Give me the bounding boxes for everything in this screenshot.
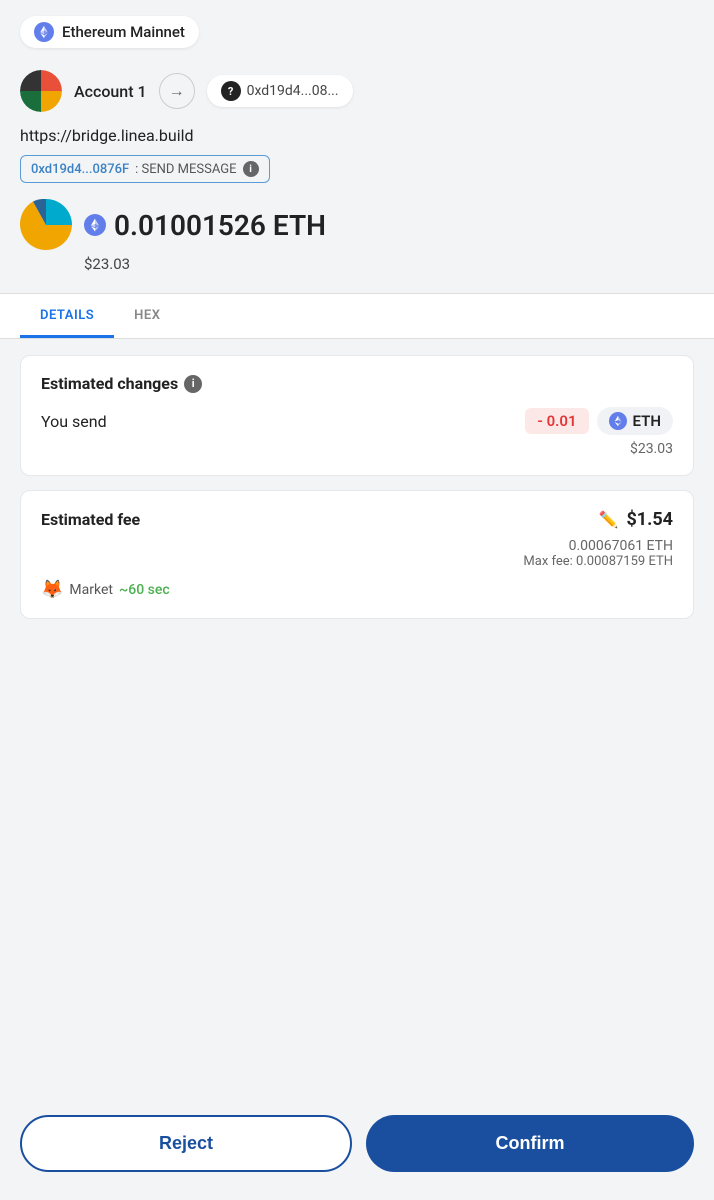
- fee-right: ✏️ $1.54: [599, 509, 673, 530]
- amount-row: 0.01001526 ETH: [20, 199, 694, 251]
- eth-token-pill: ETH: [597, 407, 673, 435]
- fee-max: Max fee: 0.00087159 ETH: [41, 554, 673, 569]
- send-amount-group: - 0.01 ETH: [525, 407, 673, 435]
- token-chart-icon: [20, 199, 72, 251]
- contract-pill[interactable]: 0xd19d4...0876F : SEND MESSAGE i: [20, 155, 270, 183]
- you-send-label: You send: [41, 412, 107, 431]
- estimated-changes-card: Estimated changes i You send - 0.01: [20, 355, 694, 476]
- estimated-fee-card: Estimated fee ✏️ $1.54 0.00067061 ETH Ma…: [20, 490, 694, 619]
- edit-fee-icon[interactable]: ✏️: [599, 510, 619, 529]
- reject-button[interactable]: Reject: [20, 1115, 352, 1172]
- avatar: [20, 70, 62, 112]
- to-address-pill[interactable]: ? 0xd19d4...08...: [207, 75, 353, 107]
- market-label: Market: [69, 582, 113, 598]
- account-row: Account 1 → ? 0xd19d4...08...: [0, 60, 714, 126]
- bottom-bar: Reject Confirm: [0, 1099, 714, 1200]
- confirm-button[interactable]: Confirm: [366, 1115, 694, 1172]
- site-url: https://bridge.linea.build: [20, 126, 694, 145]
- send-amount-badge: - 0.01: [525, 408, 588, 434]
- site-card: https://bridge.linea.build 0xd19d4...087…: [0, 126, 714, 293]
- market-time: ~60 sec: [119, 582, 170, 598]
- tabs: DETAILS HEX: [0, 294, 714, 338]
- to-address-text: 0xd19d4...08...: [247, 83, 339, 99]
- unknown-icon: ?: [221, 81, 241, 101]
- account-name: Account 1: [74, 82, 147, 101]
- contract-address: 0xd19d4...0876F: [31, 162, 129, 177]
- eth-token-icon: [609, 412, 627, 430]
- fee-eth: 0.00067061 ETH: [41, 538, 673, 554]
- fox-icon: 🦊: [41, 579, 63, 600]
- usd-value: $23.03: [84, 255, 694, 273]
- tab-hex[interactable]: HEX: [114, 294, 180, 338]
- send-usd: $23.03: [41, 441, 673, 457]
- eth-diamond-icon: [84, 214, 106, 236]
- market-row: 🦊 Market ~60 sec: [41, 579, 673, 600]
- eth-amount: 0.01001526 ETH: [84, 209, 326, 242]
- ethereum-network-icon: [34, 22, 54, 42]
- arrow-icon: →: [159, 73, 195, 109]
- network-label: Ethereum Mainnet: [62, 23, 185, 41]
- fee-title: Estimated fee: [41, 510, 140, 529]
- contract-label: : SEND MESSAGE: [135, 162, 236, 177]
- fee-usd: $1.54: [626, 509, 673, 530]
- tab-details[interactable]: DETAILS: [20, 294, 114, 338]
- fee-row: Estimated fee ✏️ $1.54: [41, 509, 673, 530]
- main-content: Estimated changes i You send - 0.01: [0, 339, 714, 1099]
- eth-amount-text: 0.01001526 ETH: [114, 209, 326, 242]
- network-pill[interactable]: Ethereum Mainnet: [20, 16, 199, 48]
- network-bar: Ethereum Mainnet: [0, 0, 714, 60]
- contract-info-icon[interactable]: i: [243, 161, 259, 177]
- changes-info-icon[interactable]: i: [184, 375, 202, 393]
- estimated-changes-title: Estimated changes i: [41, 374, 673, 393]
- token-label: ETH: [633, 412, 661, 430]
- you-send-row: You send - 0.01 ETH: [41, 407, 673, 435]
